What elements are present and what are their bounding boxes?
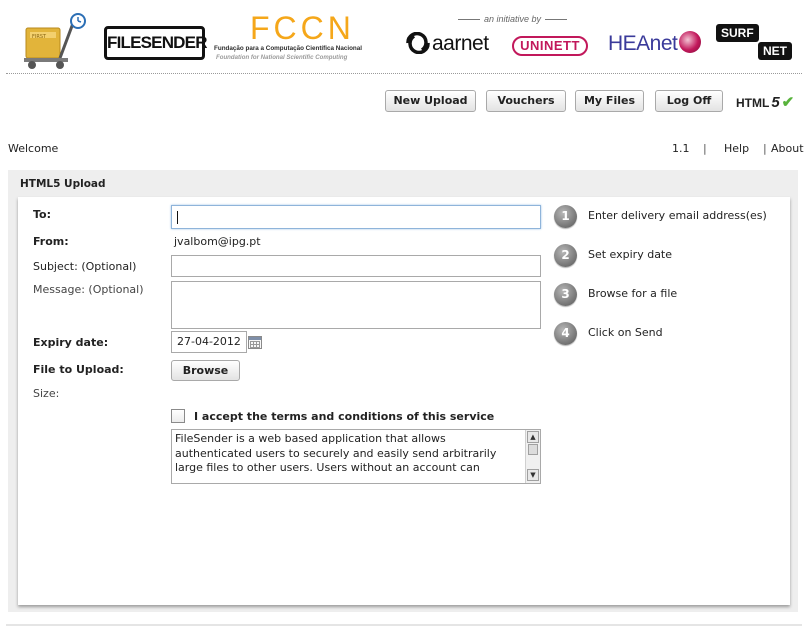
expiry-date-label: Expiry date: <box>33 336 109 349</box>
html5-label: HTML <box>736 96 770 110</box>
file-to-upload-label: File to Upload: <box>33 363 124 376</box>
aarnet-logo-text: aarnet <box>432 32 489 55</box>
fccn-subtitle: Fundação para a Computação Científica Na… <box>214 45 363 52</box>
to-input[interactable] <box>171 205 541 229</box>
new-upload-button[interactable]: New Upload <box>385 90 476 112</box>
surfnet-logo: SURF NET <box>714 24 794 64</box>
browse-button[interactable]: Browse <box>171 360 240 381</box>
subject-input[interactable] <box>171 255 541 277</box>
step-number-icon: 4 <box>554 322 577 345</box>
initiative-caption: an initiative by <box>458 14 567 24</box>
step-number-icon: 1 <box>554 205 577 228</box>
filesender-logo: FILESENDER <box>104 26 207 60</box>
scroll-thumb[interactable] <box>528 444 538 455</box>
from-value: jvalbom@ipg.pt <box>174 235 261 248</box>
calendar-icon-grid <box>250 341 260 348</box>
fccn-logo-text: FCCN <box>250 10 355 46</box>
surfnet-logo-bottom: NET <box>758 42 792 60</box>
page-bottom-divider <box>6 624 802 626</box>
calendar-icon[interactable] <box>248 336 262 349</box>
size-label: Size: <box>33 387 60 400</box>
help-link[interactable]: Help <box>724 142 749 155</box>
upload-panel: HTML5 Upload To: From: jvalbom@ipg.pt Su… <box>8 170 798 612</box>
terms-textarea[interactable]: FileSender is a web based application th… <box>171 429 541 484</box>
heanet-logo: HEAnet <box>608 31 702 56</box>
html5-five: 5 <box>771 94 780 111</box>
svg-text:FIRST: FIRST <box>32 34 47 40</box>
html5-indicator: HTML 5 ✔ <box>736 93 794 111</box>
fccn-subtitle-english: Foundation for National Scientific Compu… <box>216 54 348 61</box>
upload-form: To: From: jvalbom@ipg.pt Subject: (Optio… <box>18 197 790 605</box>
calendar-icon-header <box>249 337 261 340</box>
scroll-down-arrow-icon[interactable]: ▼ <box>527 469 539 481</box>
terms-scrollbar[interactable]: ▲ ▼ <box>525 430 540 483</box>
surfnet-logo-top: SURF <box>716 24 759 42</box>
version-text: 1.1 <box>672 142 690 155</box>
heanet-logo-text: HEAnet <box>608 32 678 55</box>
step-text: Browse for a file <box>588 287 678 300</box>
step-text: Enter delivery email address(es) <box>588 209 767 222</box>
to-label: To: <box>33 208 51 221</box>
fccn-logo: FCCN Fundação para a Computação Científi… <box>212 10 402 68</box>
my-files-button[interactable]: My Files <box>575 90 644 112</box>
check-icon: ✔ <box>781 94 795 111</box>
filesender-cart-logo: FIRST <box>24 13 86 69</box>
banner-divider <box>6 73 802 74</box>
message-label: Message: (Optional) <box>33 283 144 296</box>
step-number-icon: 2 <box>554 244 577 267</box>
log-off-button[interactable]: Log Off <box>655 90 723 112</box>
link-separator: | <box>703 142 707 155</box>
aarnet-swirl-icon <box>406 32 430 54</box>
step-text: Click on Send <box>588 326 663 339</box>
message-textarea[interactable] <box>171 281 541 329</box>
about-link[interactable]: About <box>771 142 804 155</box>
heanet-globe-icon <box>679 31 702 53</box>
panel-title: HTML5 Upload <box>20 178 106 190</box>
expiry-date-input[interactable]: 27-04-2012 <box>171 331 247 353</box>
banner: FIRST FILESENDER FCCN Fundação para a Co… <box>0 0 804 76</box>
text-caret <box>177 211 178 224</box>
from-label: From: <box>33 235 69 248</box>
step-number-icon: 3 <box>554 283 577 306</box>
terms-text: FileSender is a web based application th… <box>175 432 497 474</box>
welcome-text: Welcome <box>8 142 59 155</box>
subject-label: Subject: (Optional) <box>33 260 137 273</box>
vouchers-button[interactable]: Vouchers <box>486 90 566 112</box>
scroll-up-arrow-icon[interactable]: ▲ <box>527 431 539 443</box>
terms-label: I accept the terms and conditions of thi… <box>194 410 495 423</box>
link-separator: | <box>763 142 767 155</box>
step-text: Set expiry date <box>588 248 673 261</box>
uninett-logo: UNINETT <box>512 36 588 56</box>
aarnet-logo: aarnet <box>404 32 489 56</box>
terms-checkbox[interactable] <box>171 409 185 423</box>
